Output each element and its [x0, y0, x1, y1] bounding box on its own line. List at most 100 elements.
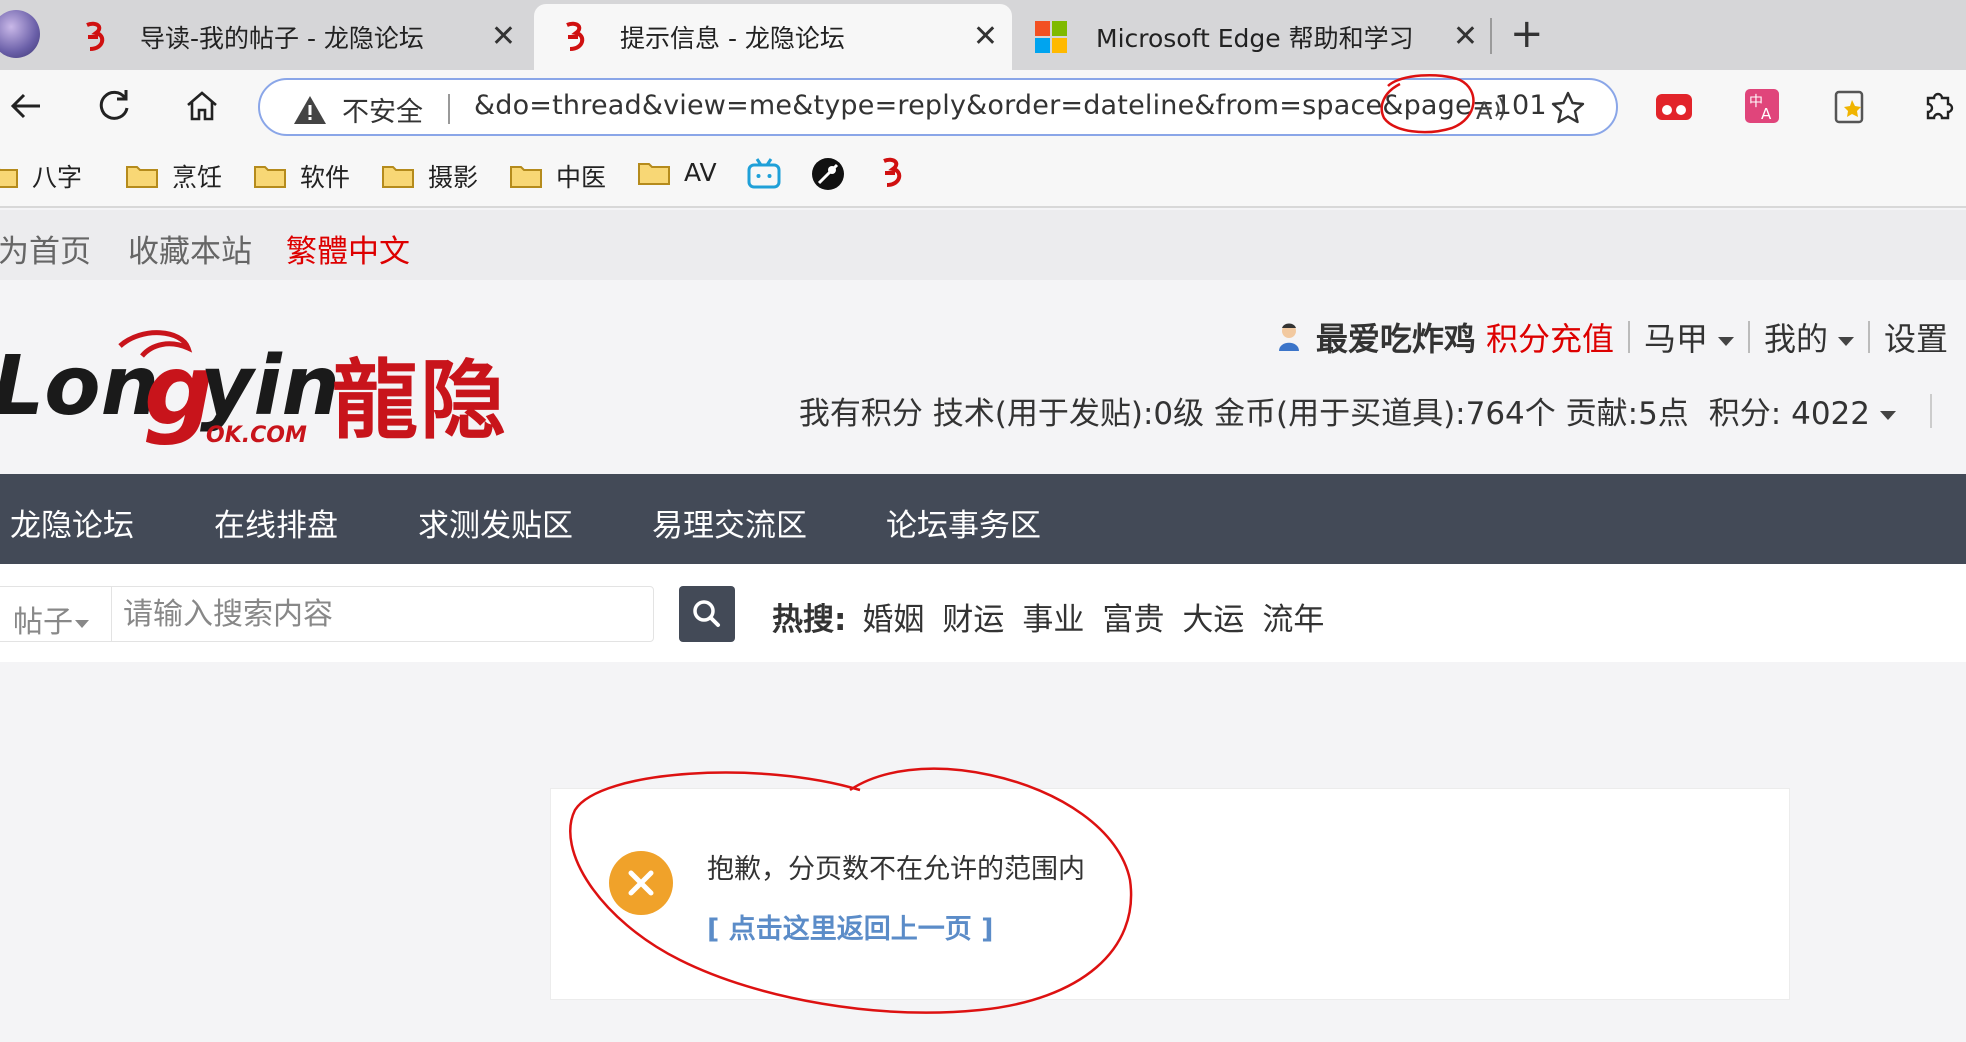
my-menu[interactable]: 我的: [1764, 314, 1854, 360]
back-arrow-icon[interactable]: [6, 86, 46, 126]
search-type-label: 帖子: [13, 605, 73, 640]
favorite-site-link[interactable]: 收藏本站: [128, 226, 252, 271]
user-avatar-icon[interactable]: [1276, 322, 1302, 352]
separator: [1867, 321, 1870, 353]
tab-close-icon[interactable]: ✕: [1453, 22, 1478, 52]
bookmark-folder-av[interactable]: AV: [638, 158, 717, 187]
tab-edge-help[interactable]: Microsoft Edge 帮助和学习 ✕: [1016, 4, 1492, 70]
bookmark-folder-photography[interactable]: 摄影: [382, 158, 478, 194]
favorite-star-icon[interactable]: [1550, 90, 1586, 126]
user-info-row: 最爱吃炸鸡 积分充值 马甲 我的 设置: [1276, 314, 1948, 360]
bookmark-folder-software[interactable]: 软件: [254, 158, 350, 194]
folder-icon: [126, 164, 158, 188]
traditional-chinese-link[interactable]: 繁體中文: [286, 226, 410, 271]
tab-close-icon[interactable]: ✕: [973, 22, 998, 52]
score-menu[interactable]: 积分: 4022: [1709, 388, 1896, 433]
browser-toolbar: 不安全 &do=thread&view=me&type=reply&order=…: [0, 70, 1966, 144]
nav-online-chart[interactable]: 在线排盘: [214, 500, 338, 545]
bilibili-bookmark-icon[interactable]: [746, 156, 782, 192]
tab-close-icon[interactable]: ✕: [491, 22, 516, 52]
folder-icon: [254, 164, 286, 188]
tab-title: Microsoft Edge 帮助和学习: [1096, 24, 1414, 53]
search-divider: [111, 587, 112, 641]
profile-avatar[interactable]: [0, 10, 40, 58]
hot-keyword[interactable]: 大运: [1182, 594, 1244, 639]
vest-menu[interactable]: 马甲: [1644, 314, 1734, 360]
insecure-label[interactable]: 不安全: [342, 90, 423, 129]
extension-red-icon[interactable]: [1654, 86, 1694, 126]
my-menu-label: 我的: [1763, 320, 1828, 358]
hot-search-label: 热搜:: [772, 602, 847, 638]
main-nav: 龙隐论坛 在线排盘 求测发贴区 易理交流区 论坛事务区: [0, 474, 1966, 564]
hot-keyword[interactable]: 财运: [942, 594, 1004, 639]
address-separator: [448, 94, 450, 124]
site-topnav: 为首页 收藏本站 繁體中文: [0, 210, 1966, 280]
longyin-favicon-icon: [78, 20, 112, 54]
bookmark-folder-tcm[interactable]: 中医: [510, 158, 606, 194]
nav-longyin-forum[interactable]: 龙隐论坛: [10, 500, 134, 545]
nav-request-post[interactable]: 求测发贴区: [418, 500, 573, 545]
nav-yili-exchange[interactable]: 易理交流区: [652, 500, 807, 545]
back-to-previous-link[interactable]: [ 点击这里返回上一页 ]: [707, 907, 993, 946]
bookmark-label: 摄影: [428, 163, 479, 192]
hot-keyword[interactable]: 富贵: [1102, 594, 1164, 639]
error-message-text: 抱歉，分页数不在允许的范围内: [707, 854, 1085, 885]
credit-recharge-link[interactable]: 积分充值: [1486, 314, 1614, 360]
nav-forum-affairs[interactable]: 论坛事务区: [886, 500, 1041, 545]
search-icon: [693, 600, 720, 627]
hot-keyword[interactable]: 事业: [1022, 594, 1084, 639]
bookmark-label: 中医: [556, 163, 607, 192]
username-link[interactable]: 最爱吃炸鸡: [1316, 314, 1476, 360]
bookmark-label: 八字: [32, 163, 83, 192]
tab-title: 提示信息 - 龙隐论坛: [620, 24, 845, 53]
translate-extension-icon[interactable]: 中 A: [1742, 86, 1782, 126]
microsoft-logo-icon: [1034, 20, 1068, 54]
search-type-select[interactable]: 帖子: [13, 597, 89, 641]
svg-text:隐: 隐: [420, 350, 506, 448]
bookmark-folder-bazi[interactable]: 八字: [0, 158, 82, 194]
browser-tabstrip: 导读-我的帖子 - 龙隐论坛 ✕ 提示信息 - 龙隐论坛 ✕ Microsoft…: [0, 0, 1966, 70]
longyin-bookmark-icon[interactable]: [874, 156, 910, 192]
extensions-puzzle-icon[interactable]: [1918, 86, 1958, 126]
separator: [1627, 321, 1630, 353]
longyin-logo[interactable]: Lon g yin OK.COM 龍 隐: [0, 318, 512, 448]
url-text[interactable]: &do=thread&view=me&type=reply&order=date…: [474, 90, 1547, 121]
bookmark-folder-cooking[interactable]: 烹饪: [126, 158, 222, 194]
folder-icon: [510, 164, 542, 188]
home-icon[interactable]: [182, 86, 222, 126]
settings-link[interactable]: 设置: [1884, 314, 1948, 360]
search-input[interactable]: [123, 591, 643, 637]
hot-search: 热搜: 婚姻 财运 事业 富贵 大运 流年: [772, 594, 1342, 639]
svg-text:Lon: Lon: [0, 339, 159, 434]
credits-row: 我有积分 技术(用于发贴):0级 金币(用于买道具):764个 贡献:5点 积分…: [799, 388, 1932, 433]
tab-separator: [1490, 18, 1492, 54]
folder-icon: [382, 164, 414, 188]
vest-menu-label: 马甲: [1643, 320, 1708, 358]
svg-text:A: A: [1476, 97, 1493, 125]
site-header: Lon g yin OK.COM 龍 隐 最爱吃炸鸡 积分充值 马甲 我的 设置…: [0, 280, 1966, 474]
set-homepage-link[interactable]: 为首页: [0, 226, 91, 271]
read-aloud-icon[interactable]: A: [1474, 92, 1508, 126]
svg-text:OK.COM: OK.COM: [206, 423, 307, 448]
address-bar[interactable]: 不安全 &do=thread&view=me&type=reply&order=…: [258, 78, 1618, 136]
longyin-favicon-icon: [558, 20, 592, 54]
tab-prompt-info[interactable]: 提示信息 - 龙隐论坛 ✕: [534, 4, 1012, 70]
search-box: 帖子: [0, 586, 654, 642]
search-bar: 帖子 热搜: 婚姻 财运 事业 富贵 大运 流年: [0, 564, 1966, 662]
caret-down-icon: [1880, 411, 1896, 420]
svg-text:龍: 龍: [332, 350, 418, 448]
collections-extension-icon[interactable]: [1830, 86, 1870, 126]
caret-down-icon: [1837, 336, 1854, 346]
search-button[interactable]: [679, 586, 735, 642]
tab-title: 导读-我的帖子 - 龙隐论坛: [140, 24, 424, 53]
folder-icon: [0, 164, 18, 188]
tab-my-posts[interactable]: 导读-我的帖子 - 龙隐论坛 ✕: [60, 4, 530, 70]
hot-keyword[interactable]: 婚姻: [862, 594, 924, 639]
refresh-icon[interactable]: [94, 86, 134, 126]
new-tab-button[interactable]: +: [1510, 14, 1544, 54]
bookmark-label: 软件: [300, 163, 351, 192]
bookmark-label: AV: [684, 158, 717, 187]
dark-round-bookmark-icon[interactable]: [810, 156, 846, 192]
hot-keyword[interactable]: 流年: [1262, 594, 1324, 639]
warning-icon[interactable]: [292, 94, 328, 126]
